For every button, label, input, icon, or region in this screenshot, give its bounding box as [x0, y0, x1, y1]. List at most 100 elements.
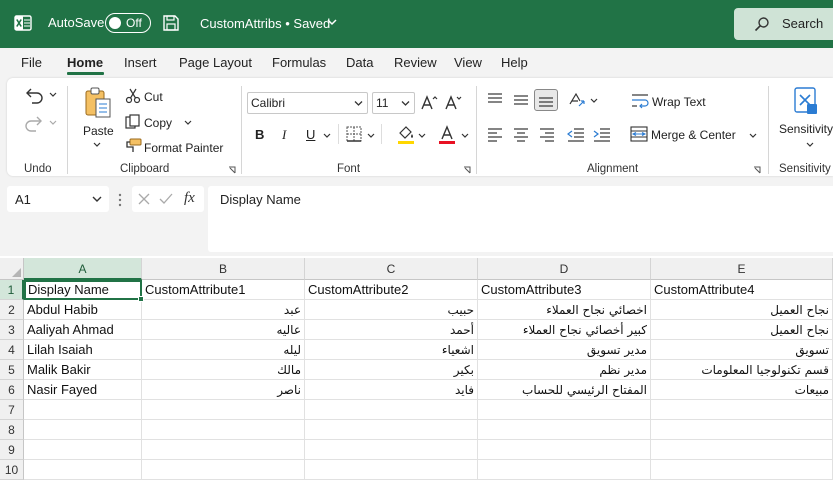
- cell-c2[interactable]: حبيب: [305, 300, 478, 320]
- sensitivity-icon[interactable]: [793, 86, 819, 116]
- underline-button[interactable]: U: [306, 127, 315, 142]
- cell-d9[interactable]: [478, 440, 651, 460]
- cell-e4[interactable]: تسويق: [651, 340, 833, 360]
- cell-a1[interactable]: Display Name: [24, 280, 142, 300]
- font-size-select[interactable]: 11: [372, 92, 415, 114]
- cell-a3[interactable]: Aaliyah Ahmad: [24, 320, 142, 340]
- name-box[interactable]: A1: [7, 186, 109, 212]
- redo-icon[interactable]: [23, 114, 45, 132]
- copy-icon[interactable]: [125, 114, 141, 130]
- chevron-down-icon[interactable]: [326, 16, 338, 28]
- cell-d2[interactable]: اخصائي نجاح العملاء: [478, 300, 651, 320]
- fill-color-icon[interactable]: [397, 125, 415, 145]
- excel-logo-icon[interactable]: [14, 14, 32, 32]
- cell-b7[interactable]: [142, 400, 305, 420]
- cell-e6[interactable]: مبيعات: [651, 380, 833, 400]
- cell-d3[interactable]: كبير أخصائي نجاح العملاء: [478, 320, 651, 340]
- column-header-b[interactable]: B: [142, 258, 305, 280]
- decrease-indent-icon[interactable]: [567, 128, 585, 142]
- cell-e10[interactable]: [651, 460, 833, 480]
- more-options-icon[interactable]: [118, 193, 122, 207]
- increase-indent-icon[interactable]: [593, 128, 611, 142]
- cell-c4[interactable]: اشعياء: [305, 340, 478, 360]
- borders-dropdown-icon[interactable]: [367, 133, 375, 139]
- select-all-corner[interactable]: [0, 258, 24, 280]
- tab-insert[interactable]: Insert: [124, 55, 157, 70]
- cell-d5[interactable]: مدير نظم: [478, 360, 651, 380]
- cell-d1[interactable]: CustomAttribute3: [478, 280, 651, 300]
- alignment-launcher-icon[interactable]: [753, 166, 761, 174]
- italic-button[interactable]: I: [282, 127, 286, 143]
- fill-handle[interactable]: [138, 296, 144, 302]
- cell-a4[interactable]: Lilah Isaiah: [24, 340, 142, 360]
- document-title[interactable]: CustomAttribs • Saved: [200, 16, 330, 31]
- cell-e2[interactable]: نجاح العميل: [651, 300, 833, 320]
- cell-a8[interactable]: [24, 420, 142, 440]
- tab-page-layout[interactable]: Page Layout: [179, 55, 252, 70]
- row-header-7[interactable]: 7: [0, 400, 24, 420]
- underline-dropdown-icon[interactable]: [323, 133, 331, 139]
- cell-c7[interactable]: [305, 400, 478, 420]
- merge-center-dropdown-icon[interactable]: [749, 133, 757, 139]
- clipboard-launcher-icon[interactable]: [228, 166, 236, 174]
- orientation-icon[interactable]: [567, 90, 587, 110]
- undo-dropdown-icon[interactable]: [49, 92, 57, 98]
- row-header-2[interactable]: 2: [0, 300, 24, 320]
- cell-e8[interactable]: [651, 420, 833, 440]
- search-box[interactable]: Search: [734, 8, 833, 40]
- cell-b1[interactable]: CustomAttribute1: [142, 280, 305, 300]
- cell-c5[interactable]: بكير: [305, 360, 478, 380]
- wrap-text-label[interactable]: Wrap Text: [652, 95, 706, 109]
- align-center-icon[interactable]: [513, 128, 529, 142]
- cell-a5[interactable]: Malik Bakir: [24, 360, 142, 380]
- cut-label[interactable]: Cut: [144, 90, 163, 104]
- tab-view[interactable]: View: [454, 55, 482, 70]
- cell-c6[interactable]: فايد: [305, 380, 478, 400]
- font-name-select[interactable]: Calibri: [247, 92, 368, 114]
- borders-icon[interactable]: [346, 126, 362, 142]
- cell-e9[interactable]: [651, 440, 833, 460]
- merge-center-icon[interactable]: [630, 126, 648, 142]
- cell-d6[interactable]: المفتاح الرئيسي للحساب: [478, 380, 651, 400]
- tab-home[interactable]: Home: [67, 55, 103, 70]
- cell-c10[interactable]: [305, 460, 478, 480]
- row-header-6[interactable]: 6: [0, 380, 24, 400]
- cell-d4[interactable]: مدير تسويق: [478, 340, 651, 360]
- cell-b3[interactable]: عاليه: [142, 320, 305, 340]
- cell-e7[interactable]: [651, 400, 833, 420]
- copy-label[interactable]: Copy: [144, 116, 172, 130]
- cell-c1[interactable]: CustomAttribute2: [305, 280, 478, 300]
- undo-icon[interactable]: [23, 86, 45, 104]
- row-header-5[interactable]: 5: [0, 360, 24, 380]
- decrease-font-size-icon[interactable]: [444, 94, 462, 112]
- merge-center-label[interactable]: Merge & Center: [651, 128, 736, 142]
- column-header-c[interactable]: C: [305, 258, 478, 280]
- cell-d7[interactable]: [478, 400, 651, 420]
- column-header-a[interactable]: A: [24, 258, 142, 280]
- align-middle-icon[interactable]: [513, 93, 529, 107]
- save-icon[interactable]: [162, 14, 180, 32]
- tab-file[interactable]: File: [21, 55, 42, 70]
- cell-a7[interactable]: [24, 400, 142, 420]
- cell-a9[interactable]: [24, 440, 142, 460]
- paste-dropdown-icon[interactable]: [93, 142, 101, 148]
- column-header-e[interactable]: E: [651, 258, 833, 280]
- row-header-3[interactable]: 3: [0, 320, 24, 340]
- enter-check-icon[interactable]: [159, 193, 173, 205]
- row-header-10[interactable]: 10: [0, 460, 24, 480]
- align-bottom-button[interactable]: [534, 89, 558, 111]
- font-color-icon[interactable]: [438, 125, 456, 145]
- cell-e1[interactable]: CustomAttribute4: [651, 280, 833, 300]
- column-header-d[interactable]: D: [478, 258, 651, 280]
- sensitivity-dropdown-icon[interactable]: [806, 142, 814, 148]
- cell-c3[interactable]: أحمد: [305, 320, 478, 340]
- font-color-dropdown-icon[interactable]: [461, 133, 469, 139]
- cell-b9[interactable]: [142, 440, 305, 460]
- insert-function-icon[interactable]: fx: [184, 190, 195, 207]
- cancel-icon[interactable]: [138, 193, 150, 205]
- copy-dropdown-icon[interactable]: [184, 120, 192, 126]
- cell-a10[interactable]: [24, 460, 142, 480]
- cell-e3[interactable]: نجاح العميل: [651, 320, 833, 340]
- format-painter-icon[interactable]: [124, 138, 142, 154]
- row-header-1[interactable]: 1: [0, 280, 24, 300]
